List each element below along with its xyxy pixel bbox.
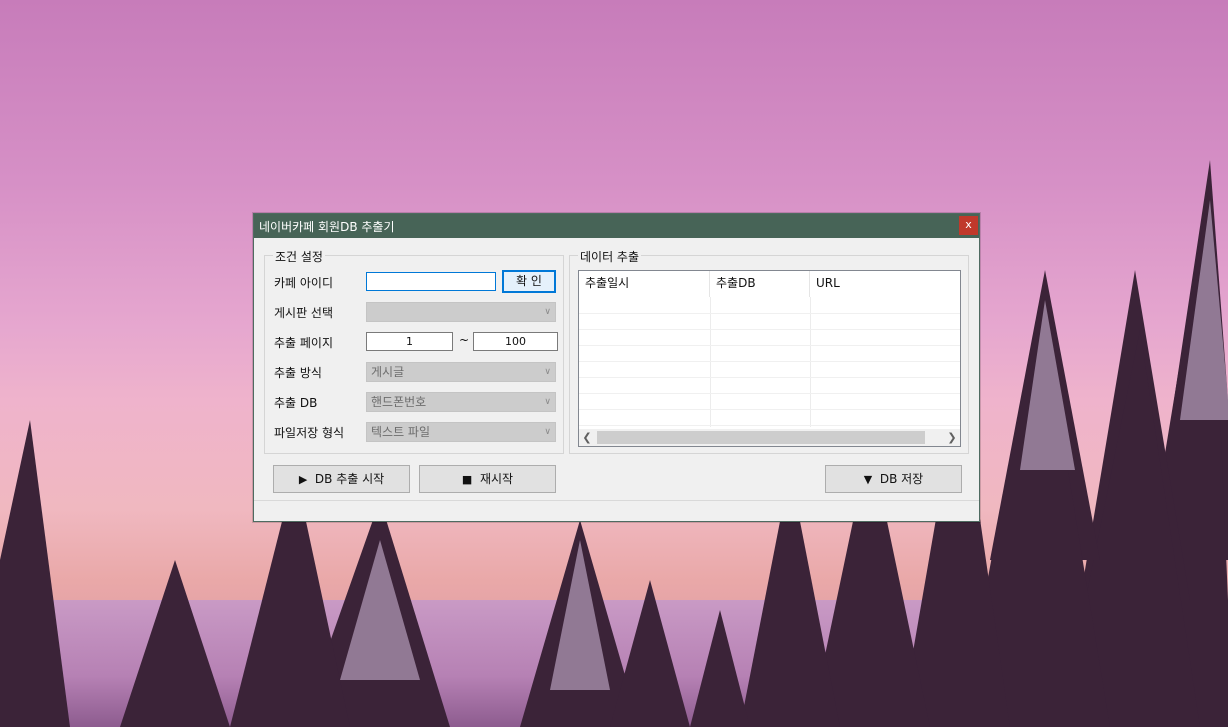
conditions-legend: 조건 설정 <box>273 248 325 265</box>
status-bar-divider <box>254 500 979 501</box>
extraction-legend: 데이터 추출 <box>578 248 642 265</box>
start-extraction-label: DB 추출 시작 <box>314 472 385 486</box>
title-bar[interactable]: 네이버카페 회원DB 추출기 x <box>254 214 979 238</box>
page-range-label: 추출 페이지 <box>274 336 334 350</box>
column-header-db[interactable]: 추출DB <box>710 271 810 297</box>
cafe-id-label: 카페 아이디 <box>274 276 334 290</box>
chevron-down-icon: ∨ <box>544 307 551 317</box>
list-grid-line <box>579 361 960 378</box>
file-format-label: 파일저장 형식 <box>274 426 345 440</box>
board-select[interactable]: ∨ <box>366 302 556 322</box>
horizontal-scrollbar[interactable]: ❮ ❯ <box>579 429 960 446</box>
list-grid-line <box>579 345 960 362</box>
app-window: 네이버카페 회원DB 추출기 x 조건 설정 카페 아이디 확 인 게시판 선택… <box>253 213 980 522</box>
stop-icon: ■ <box>461 473 473 486</box>
page-from-input[interactable]: 1 <box>366 332 453 351</box>
chevron-down-icon: ∨ <box>544 427 551 437</box>
chevron-down-icon: ∨ <box>544 367 551 377</box>
method-select[interactable]: 게시글 ∨ <box>366 362 556 382</box>
db-type-select[interactable]: 핸드폰번호 ∨ <box>366 392 556 412</box>
chevron-down-icon: ∨ <box>544 397 551 407</box>
file-format-select[interactable]: 텍스트 파일 ∨ <box>366 422 556 442</box>
db-type-label: 추출 DB <box>274 396 318 410</box>
db-type-select-value: 핸드폰번호 <box>371 395 427 409</box>
scroll-left-icon[interactable]: ❮ <box>579 429 595 446</box>
result-list[interactable]: 추출일시 추출DB URL ❮ ❯ <box>578 270 961 447</box>
column-header-url[interactable]: URL <box>810 271 960 297</box>
page-range-separator: ~ <box>459 333 470 347</box>
board-select-label: 게시판 선택 <box>274 306 334 320</box>
scrollbar-thumb[interactable] <box>597 431 925 444</box>
close-button[interactable]: x <box>959 216 978 235</box>
list-grid-line <box>579 393 960 410</box>
list-grid-line <box>579 329 960 346</box>
column-header-date[interactable]: 추출일시 <box>579 271 710 297</box>
confirm-button[interactable]: 확 인 <box>502 270 556 293</box>
restart-label: 재시작 <box>479 472 514 486</box>
list-grid-line <box>579 409 960 426</box>
down-arrow-icon: ▼ <box>863 473 873 486</box>
save-db-label: DB 저장 <box>879 472 924 486</box>
method-label: 추출 방식 <box>274 366 322 380</box>
restart-button[interactable]: ■ 재시작 <box>419 465 556 493</box>
save-db-button[interactable]: ▼ DB 저장 <box>825 465 962 493</box>
page-to-input[interactable]: 100 <box>473 332 558 351</box>
cafe-id-input[interactable] <box>366 272 496 291</box>
conditions-group: 조건 설정 카페 아이디 확 인 게시판 선택 ∨ 추출 페이지 1 ~ 100… <box>264 248 564 454</box>
list-grid-line <box>579 313 960 330</box>
start-extraction-button[interactable]: ▶ DB 추출 시작 <box>273 465 410 493</box>
scroll-right-icon[interactable]: ❯ <box>944 429 960 446</box>
file-format-select-value: 텍스트 파일 <box>371 425 431 439</box>
method-select-value: 게시글 <box>371 365 405 379</box>
list-grid-line <box>579 377 960 394</box>
list-grid-line <box>579 297 960 314</box>
list-header: 추출일시 추출DB URL <box>579 271 960 297</box>
extraction-group: 데이터 추출 추출일시 추출DB URL ❮ ❯ <box>569 248 969 454</box>
window-title: 네이버카페 회원DB 추출기 <box>259 220 395 234</box>
play-icon: ▶ <box>298 473 308 486</box>
